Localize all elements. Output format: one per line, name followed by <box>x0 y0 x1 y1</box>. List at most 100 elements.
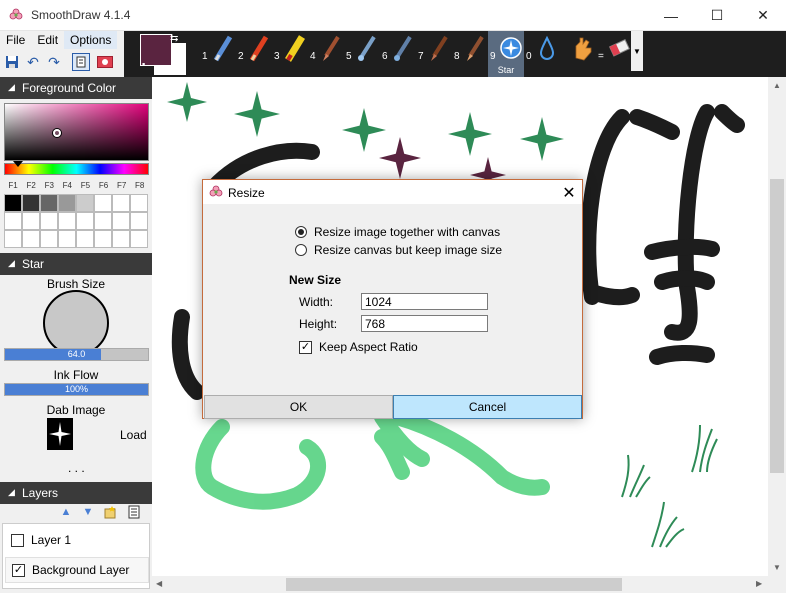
maximize-button[interactable]: ☐ <box>694 0 740 31</box>
picker-cursor[interactable] <box>53 129 61 137</box>
swap-colors-icon[interactable]: ⇆ <box>170 33 178 44</box>
ok-button[interactable]: OK <box>204 395 393 419</box>
brush-slot-smudge[interactable] <box>560 31 596 77</box>
color-swatch[interactable] <box>112 230 130 248</box>
window-title: SmoothDraw 4.1.4 <box>31 8 131 22</box>
title-bar: SmoothDraw 4.1.4 — ☐ ✕ <box>0 0 786 31</box>
horizontal-scroll-thumb[interactable] <box>286 578 622 591</box>
brush-slot-eraser[interactable]: = <box>596 31 632 77</box>
brush-slot-4[interactable]: 4 <box>308 31 344 77</box>
option-resize-canvas-only[interactable]: Resize canvas but keep image size <box>295 243 502 257</box>
vertical-scrollbar[interactable]: ▲ ▼ <box>768 77 786 576</box>
quick-access-bar: ↶ ↷ <box>0 49 124 77</box>
ink-flow-value: 100% <box>64 384 89 394</box>
brush-slot-0[interactable]: 0 <box>524 31 560 77</box>
layers-header[interactable]: ◢ Layers <box>0 482 152 504</box>
brush-slot-9[interactable]: 9 Star <box>488 31 524 77</box>
new-layer-icon[interactable] <box>102 504 118 520</box>
color-picker-square[interactable] <box>4 103 149 161</box>
selected-brush-label: Star <box>497 65 515 75</box>
brush-icon <box>467 35 484 61</box>
dialog-close-button[interactable]: ✕ <box>559 183 579 202</box>
load-dab-button[interactable]: Load <box>120 428 147 442</box>
menu-file[interactable]: File <box>0 31 31 49</box>
app-flower-icon <box>9 8 23 20</box>
brush-slot-1[interactable]: 1 <box>200 31 236 77</box>
width-input[interactable] <box>361 293 488 310</box>
color-swatch[interactable] <box>40 230 58 248</box>
reset-colors-icon[interactable]: ▪ <box>142 59 145 69</box>
color-swatch[interactable] <box>22 212 40 230</box>
brush-slot-2[interactable]: 2 <box>236 31 272 77</box>
scroll-right-icon[interactable]: ▶ <box>756 579 762 588</box>
page-icon[interactable] <box>72 53 90 71</box>
color-swatch[interactable] <box>76 212 94 230</box>
hue-marker-icon[interactable] <box>13 161 23 167</box>
layer-visibility-checkbox[interactable] <box>11 533 24 547</box>
brush-dropdown-icon[interactable]: ▼ <box>631 31 643 71</box>
color-swatch[interactable] <box>130 230 148 248</box>
brush-slot-3[interactable]: 3 <box>272 31 308 77</box>
layer-name: Layer 1 <box>31 533 72 547</box>
minimize-button[interactable]: — <box>648 0 694 31</box>
color-swatch[interactable] <box>40 194 58 212</box>
color-swatch[interactable] <box>94 230 112 248</box>
brush-slot-5[interactable]: 5 <box>344 31 380 77</box>
menu-options[interactable]: Options <box>64 31 118 49</box>
layer-properties-icon[interactable] <box>126 504 142 520</box>
color-swatch[interactable] <box>4 230 22 248</box>
radio-resize-with-canvas[interactable] <box>295 226 307 238</box>
save-icon[interactable] <box>3 53 21 71</box>
radio-resize-canvas-only[interactable] <box>295 244 307 256</box>
move-layer-down-icon[interactable]: ▼ <box>80 504 96 520</box>
image-icon[interactable] <box>96 53 114 71</box>
color-swatch[interactable] <box>112 194 130 212</box>
redo-icon[interactable]: ↷ <box>45 53 63 71</box>
more-options-button[interactable]: . . . <box>68 461 85 475</box>
move-layer-up-icon[interactable]: ▲ <box>58 504 74 520</box>
menu-edit[interactable]: Edit <box>31 31 64 49</box>
color-swatch[interactable] <box>94 194 112 212</box>
color-swatch[interactable] <box>22 230 40 248</box>
layer-row[interactable]: ✓ Background Layer <box>5 557 149 583</box>
vertical-scroll-thumb[interactable] <box>770 179 784 473</box>
cancel-button[interactable]: Cancel <box>393 395 582 419</box>
color-swatch[interactable] <box>76 230 94 248</box>
color-swatch[interactable] <box>94 212 112 230</box>
scroll-up-icon[interactable]: ▲ <box>773 81 781 90</box>
dialog-title-bar: Resize ✕ <box>203 180 582 204</box>
color-swatch[interactable] <box>76 194 94 212</box>
color-swatch[interactable] <box>58 194 76 212</box>
color-swatch[interactable] <box>4 212 22 230</box>
close-window-button[interactable]: ✕ <box>740 0 786 31</box>
color-swatch[interactable] <box>4 194 22 212</box>
scroll-down-icon[interactable]: ▼ <box>773 563 781 572</box>
eraser-icon <box>608 39 630 57</box>
option-resize-with-canvas[interactable]: Resize image together with canvas <box>295 225 500 239</box>
hue-slider[interactable] <box>4 163 149 175</box>
scroll-left-icon[interactable]: ◀ <box>156 579 162 588</box>
dab-image-preview[interactable] <box>47 418 73 450</box>
color-swatch[interactable] <box>112 212 130 230</box>
keep-aspect-ratio-option[interactable]: ✓ Keep Aspect Ratio <box>299 340 418 354</box>
brush-size-slider[interactable]: 64.0 <box>4 348 149 361</box>
layer-row[interactable]: Layer 1 <box>5 527 149 553</box>
color-swatch[interactable] <box>40 212 58 230</box>
brush-slot-8[interactable]: 8 <box>452 31 488 77</box>
color-swatch[interactable] <box>22 194 40 212</box>
horizontal-scrollbar[interactable]: ◀ ▶ <box>152 576 768 593</box>
dialog-title: Resize <box>228 186 265 200</box>
color-swatch[interactable] <box>58 230 76 248</box>
keep-aspect-ratio-checkbox[interactable]: ✓ <box>299 340 312 354</box>
layer-visibility-checkbox[interactable]: ✓ <box>12 563 25 577</box>
brush-panel-header[interactable]: ◢ Star <box>0 253 152 275</box>
foreground-color-header[interactable]: ◢ Foreground Color <box>0 77 152 99</box>
height-input[interactable] <box>361 315 488 332</box>
brush-slot-6[interactable]: 6 <box>380 31 416 77</box>
color-swatch[interactable] <box>130 212 148 230</box>
ink-flow-slider[interactable]: 100% <box>4 383 149 396</box>
brush-slot-7[interactable]: 7 <box>416 31 452 77</box>
color-swatch[interactable] <box>58 212 76 230</box>
undo-icon[interactable]: ↶ <box>24 53 42 71</box>
color-swatch[interactable] <box>130 194 148 212</box>
